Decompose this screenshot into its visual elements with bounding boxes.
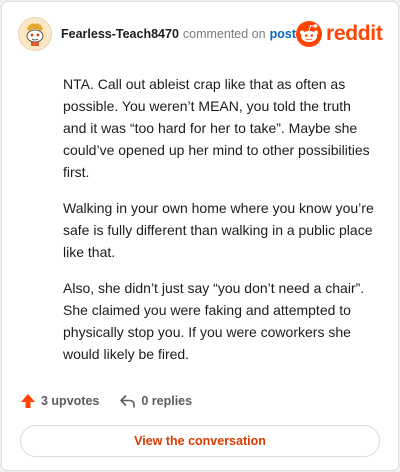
upvote-arrow-icon	[21, 394, 35, 408]
snoo-avatar-icon	[23, 22, 47, 46]
reddit-logo-icon	[295, 21, 322, 47]
reply-count: 0 replies	[141, 394, 193, 408]
user-avatar[interactable]	[18, 17, 52, 51]
upvote-button[interactable]: 3 upvotes	[20, 393, 99, 409]
comment-card: Fearless-Teach8470 commented on post red…	[1, 1, 399, 471]
comment-header: Fearless-Teach8470 commented on post red…	[18, 16, 383, 52]
comment-paragraph: Also, she didn’t just say “you don’t nee…	[63, 280, 365, 362]
view-conversation-button[interactable]: View the conversation	[20, 425, 380, 457]
post-link[interactable]: post	[270, 27, 296, 41]
replies-button[interactable]: 0 replies	[119, 393, 192, 409]
reply-arrow-icon	[120, 395, 136, 408]
comment-actions: 3 upvotes 0 replies	[20, 390, 192, 412]
comment-body: NTA. Call out ableist crap like that as …	[63, 73, 378, 379]
comment-paragraph: Walking in your own home where you know …	[63, 200, 374, 260]
commented-on-text: commented on	[182, 27, 266, 41]
comment-paragraph: NTA. Call out ableist crap like that as …	[63, 76, 370, 180]
username-link[interactable]: Fearless-Teach8470	[61, 27, 179, 41]
comment-byline: Fearless-Teach8470 commented on post	[61, 27, 296, 41]
reddit-logo[interactable]: reddit	[295, 21, 383, 47]
reddit-wordmark: reddit	[325, 22, 383, 45]
upvote-count: 3 upvotes	[41, 394, 100, 408]
